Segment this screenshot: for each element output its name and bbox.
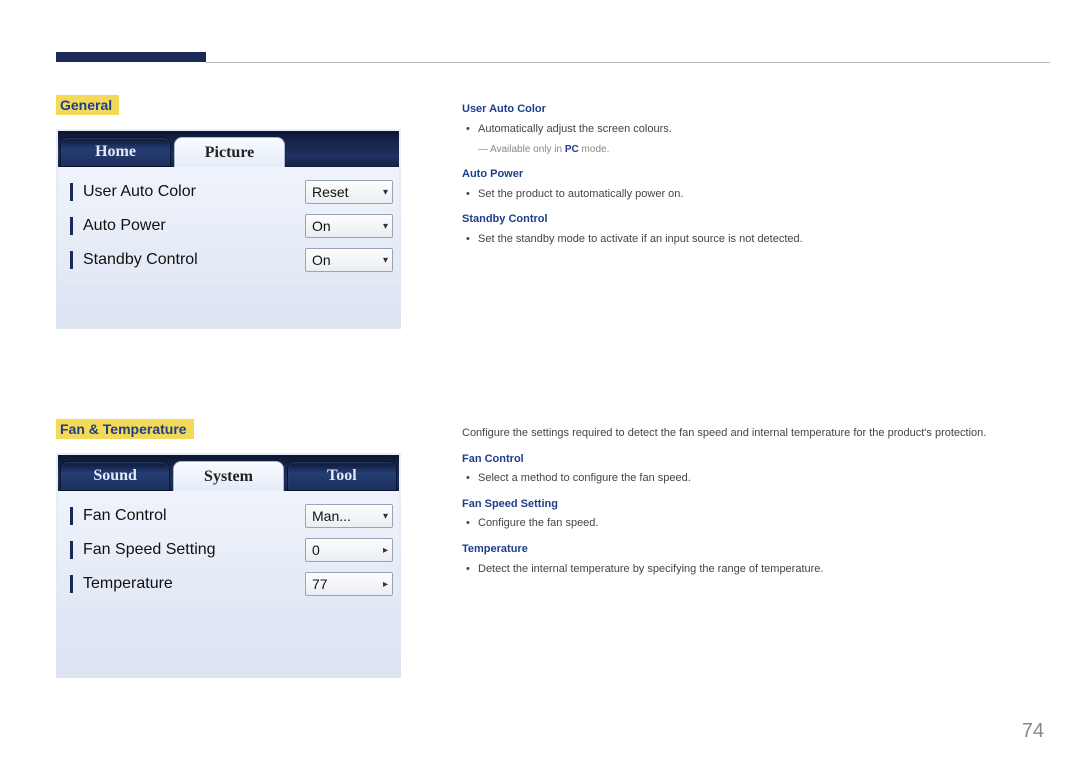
setting-row-user-auto-color: User Auto Color Reset ▾ <box>64 175 393 209</box>
desc-heading-fan-speed: Fan Speed Setting <box>462 496 1024 514</box>
tabbar-fan: Sound System Tool <box>58 455 399 491</box>
page-number: 74 <box>1022 720 1044 743</box>
dropdown-value: On <box>312 218 331 234</box>
setting-label: Standby Control <box>83 251 297 269</box>
section-general-left: General Home Picture User Auto Color Res… <box>56 95 406 419</box>
setting-row-auto-power: Auto Power On ▾ <box>64 209 393 243</box>
stepper-temperature[interactable]: 77 ▸ <box>305 572 393 596</box>
setting-label: Fan Control <box>83 507 297 525</box>
header-accent-bar <box>56 52 206 62</box>
tab-sound[interactable]: Sound <box>60 461 170 491</box>
stepper-value: 77 <box>312 576 328 592</box>
note-text: mode. <box>579 144 610 155</box>
setting-row-fan-speed: Fan Speed Setting 0 ▸ <box>64 533 393 567</box>
dropdown-auto-power[interactable]: On ▾ <box>305 214 393 238</box>
setting-row-standby-control: Standby Control On ▾ <box>64 243 393 277</box>
row-marker-icon <box>70 541 73 559</box>
tab-label: Tool <box>327 467 357 485</box>
tab-label: Home <box>95 143 136 161</box>
chevron-down-icon: ▾ <box>383 187 388 198</box>
row-marker-icon <box>70 575 73 593</box>
section-fan-descriptions: Configure the settings required to detec… <box>462 419 1024 678</box>
chevron-down-icon: ▾ <box>383 221 388 232</box>
note-text: Available only in <box>490 144 565 155</box>
chevron-right-icon: ▸ <box>383 579 388 590</box>
setting-row-fan-control: Fan Control Man... ▾ <box>64 499 393 533</box>
settings-list-fan: Fan Control Man... ▾ Fan Speed Setting 0… <box>58 491 399 609</box>
dropdown-value: On <box>312 252 331 268</box>
note-highlight: PC <box>565 144 579 155</box>
desc-heading-fan-control: Fan Control <box>462 451 1024 469</box>
section-fan-left: Fan & Temperature Sound System Tool Fan … <box>56 419 406 678</box>
tab-home[interactable]: Home <box>60 137 171 167</box>
page-header <box>56 52 1050 72</box>
chevron-down-icon: ▾ <box>383 255 388 266</box>
tab-tool[interactable]: Tool <box>287 461 397 491</box>
dropdown-user-auto-color[interactable]: Reset ▾ <box>305 180 393 204</box>
desc-bullet: Set the product to automatically power o… <box>478 186 1024 204</box>
dropdown-standby-control[interactable]: On ▾ <box>305 248 393 272</box>
settings-list-general: User Auto Color Reset ▾ Auto Power On ▾ <box>58 167 399 285</box>
tab-system[interactable]: System <box>173 461 283 491</box>
desc-bullet: Detect the internal temperature by speci… <box>478 561 1024 579</box>
desc-heading-auto-power: Auto Power <box>462 166 1024 184</box>
row-marker-icon <box>70 183 73 201</box>
desc-note: ―Available only in PC mode. <box>462 142 1024 158</box>
tab-label: Sound <box>93 467 137 485</box>
setting-label: Temperature <box>83 575 297 593</box>
desc-heading-temperature: Temperature <box>462 541 1024 559</box>
general-settings-panel: Home Picture User Auto Color Reset ▾ Aut… <box>56 129 401 329</box>
setting-row-temperature: Temperature 77 ▸ <box>64 567 393 601</box>
setting-label: Auto Power <box>83 217 297 235</box>
desc-bullet: Automatically adjust the screen colours. <box>478 121 1024 139</box>
section-general-descriptions: User Auto Color Automatically adjust the… <box>462 95 1024 419</box>
tab-label: System <box>204 468 253 486</box>
dropdown-value: Reset <box>312 184 349 200</box>
desc-bullet: Configure the fan speed. <box>478 515 1024 533</box>
desc-heading-standby-control: Standby Control <box>462 211 1024 229</box>
stepper-value: 0 <box>312 542 320 558</box>
tab-picture[interactable]: Picture <box>174 137 285 167</box>
dropdown-fan-control[interactable]: Man... ▾ <box>305 504 393 528</box>
chevron-right-icon: ▸ <box>383 545 388 556</box>
section-title-fan: Fan & Temperature <box>56 419 194 439</box>
row-marker-icon <box>70 251 73 269</box>
tab-label: Picture <box>205 144 254 162</box>
desc-bullet: Select a method to configure the fan spe… <box>478 470 1024 488</box>
tabbar-general: Home Picture <box>58 131 399 167</box>
section-intro: Configure the settings required to detec… <box>462 425 1024 443</box>
dropdown-value: Man... <box>312 508 351 524</box>
setting-label: Fan Speed Setting <box>83 541 297 559</box>
stepper-fan-speed[interactable]: 0 ▸ <box>305 538 393 562</box>
page-content: General Home Picture User Auto Color Res… <box>56 95 1024 678</box>
desc-bullet: Set the standby mode to activate if an i… <box>478 231 1024 249</box>
header-divider <box>206 62 1050 63</box>
chevron-down-icon: ▾ <box>383 511 388 522</box>
row-marker-icon <box>70 507 73 525</box>
row-marker-icon <box>70 217 73 235</box>
note-dash-icon: ― <box>478 144 488 155</box>
desc-heading-user-auto-color: User Auto Color <box>462 101 1024 119</box>
setting-label: User Auto Color <box>83 183 297 201</box>
fan-settings-panel: Sound System Tool Fan Control Man... ▾ F… <box>56 453 401 678</box>
section-title-general: General <box>56 95 119 115</box>
